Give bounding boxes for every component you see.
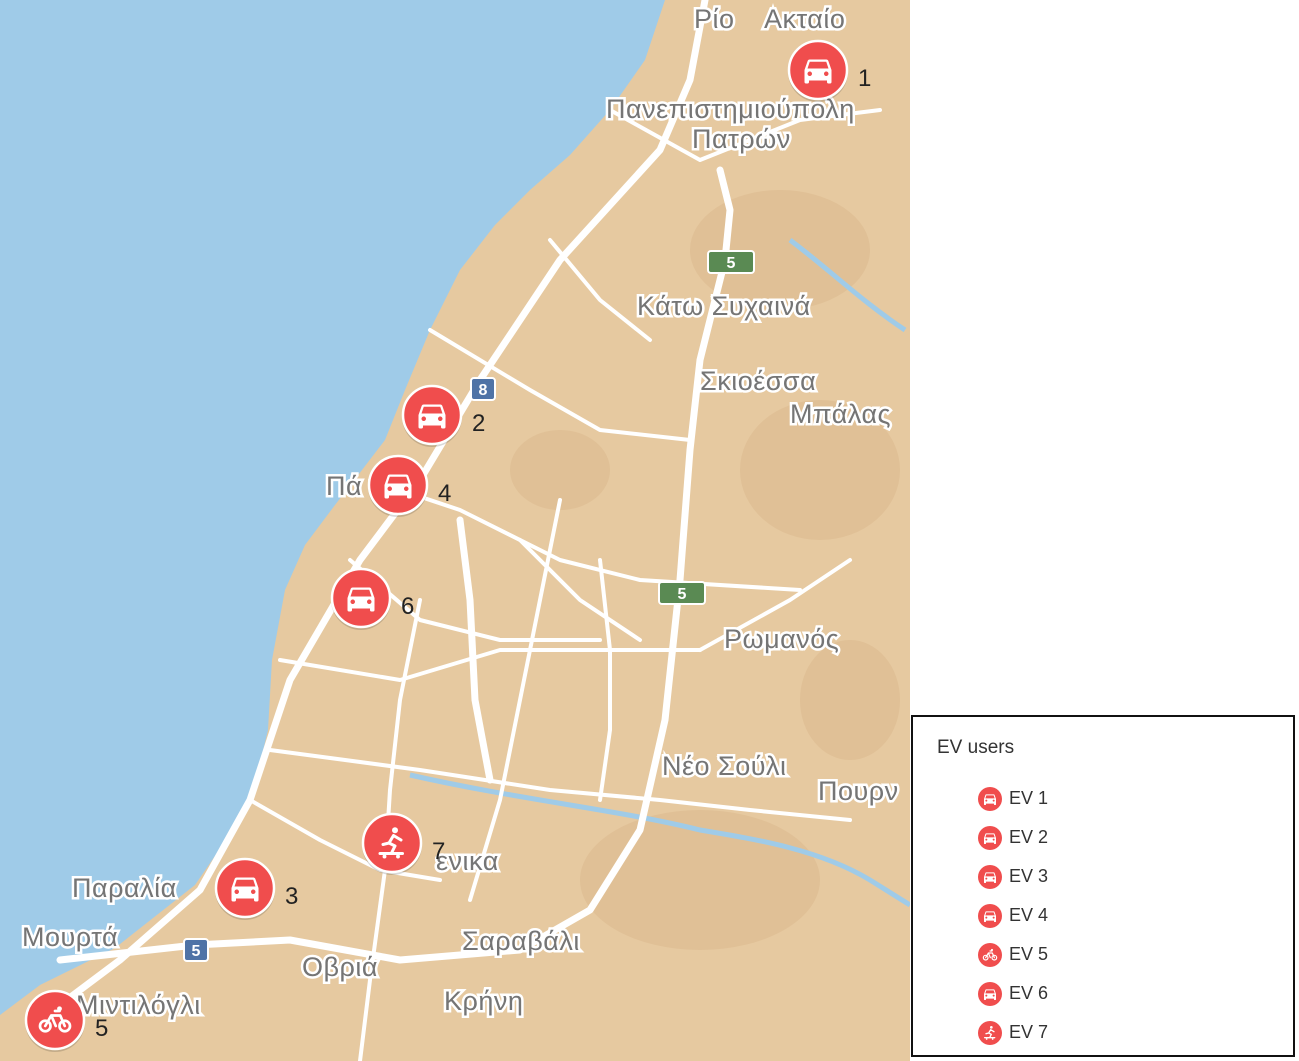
legend-item: EV 3 (977, 857, 1048, 896)
marker-circle[interactable] (24, 989, 86, 1051)
place-label: Πουρν (818, 776, 899, 806)
legend-item: EV 5 (977, 935, 1048, 974)
legend-panel: EV users EV 1 EV 2 EV 3 EV 4 EV 5 EV 6 EV 7 (911, 715, 1295, 1057)
legend-list: EV 1 EV 2 EV 3 EV 4 EV 5 EV 6 EV 7 (977, 779, 1048, 1052)
car-icon (978, 825, 1002, 850)
road-shield-number: 5 (678, 586, 687, 603)
marker-number: 4 (438, 480, 451, 507)
place-label: Ρίο (694, 4, 735, 34)
place-label: Πά (326, 471, 362, 501)
car-icon (978, 981, 1002, 1006)
road-shield-number: 5 (727, 255, 736, 272)
road-shield: 5 (183, 938, 209, 962)
place-label: Μπάλας (790, 399, 891, 429)
car-icon (978, 903, 1002, 928)
bicycle-icon (978, 942, 1002, 967)
car-icon (978, 786, 1002, 811)
legend-item: EV 1 (977, 779, 1048, 818)
legend-item: EV 7 (977, 1013, 1048, 1052)
marker-number: 2 (472, 410, 485, 437)
car-icon (978, 864, 1002, 889)
place-label: Οβριά (302, 952, 378, 982)
marker-number: 3 (285, 883, 298, 910)
marker-number: 6 (401, 593, 414, 620)
road-shield: 8 (470, 377, 496, 401)
place-label: Ρωμανός (724, 624, 839, 654)
place-label: Κρήνη (444, 986, 523, 1016)
legend-item-label: EV 1 (1009, 788, 1049, 808)
legend-item-label: EV 7 (1009, 1022, 1049, 1042)
legend-item: EV 6 (977, 974, 1048, 1013)
place-label: Μουρτά (22, 922, 118, 952)
place-label: ενικα (436, 846, 499, 876)
legend-item-label: EV 6 (1009, 983, 1049, 1003)
road-shield: 5 (658, 581, 706, 605)
legend-item: EV 4 (977, 896, 1048, 935)
legend-item-label: EV 4 (1009, 905, 1049, 925)
place-label: Σκιοέσσα (700, 366, 816, 396)
marker-number: 5 (95, 1015, 108, 1042)
place-label: Νέο Σούλι (662, 751, 787, 781)
road-shield-number: 5 (192, 943, 201, 960)
place-label: Κάτω Συχαινά (637, 291, 811, 321)
map-canvas[interactable]: 5855 Ρίο ΑκταίοΠανεπιστημιούποληΠατρώνΚάτ… (0, 0, 910, 1061)
place-label: Σαραβάλι (462, 926, 580, 956)
marker-number: 1 (858, 65, 871, 92)
place-label: Ακταίο (764, 4, 845, 34)
legend-item-label: EV 5 (1009, 944, 1049, 964)
legend-item-label: EV 2 (1009, 827, 1049, 847)
place-label: Πατρών (692, 124, 791, 154)
marker-number: 7 (432, 838, 445, 865)
road-shield: 5 (707, 250, 755, 274)
legend-title: EV users (937, 737, 1015, 758)
legend-item: EV 2 (977, 818, 1048, 857)
skateboard-icon (978, 1020, 1002, 1045)
road-shield-number: 8 (479, 382, 488, 399)
legend-item-label: EV 3 (1009, 866, 1049, 886)
place-label: Παραλία (72, 873, 177, 903)
